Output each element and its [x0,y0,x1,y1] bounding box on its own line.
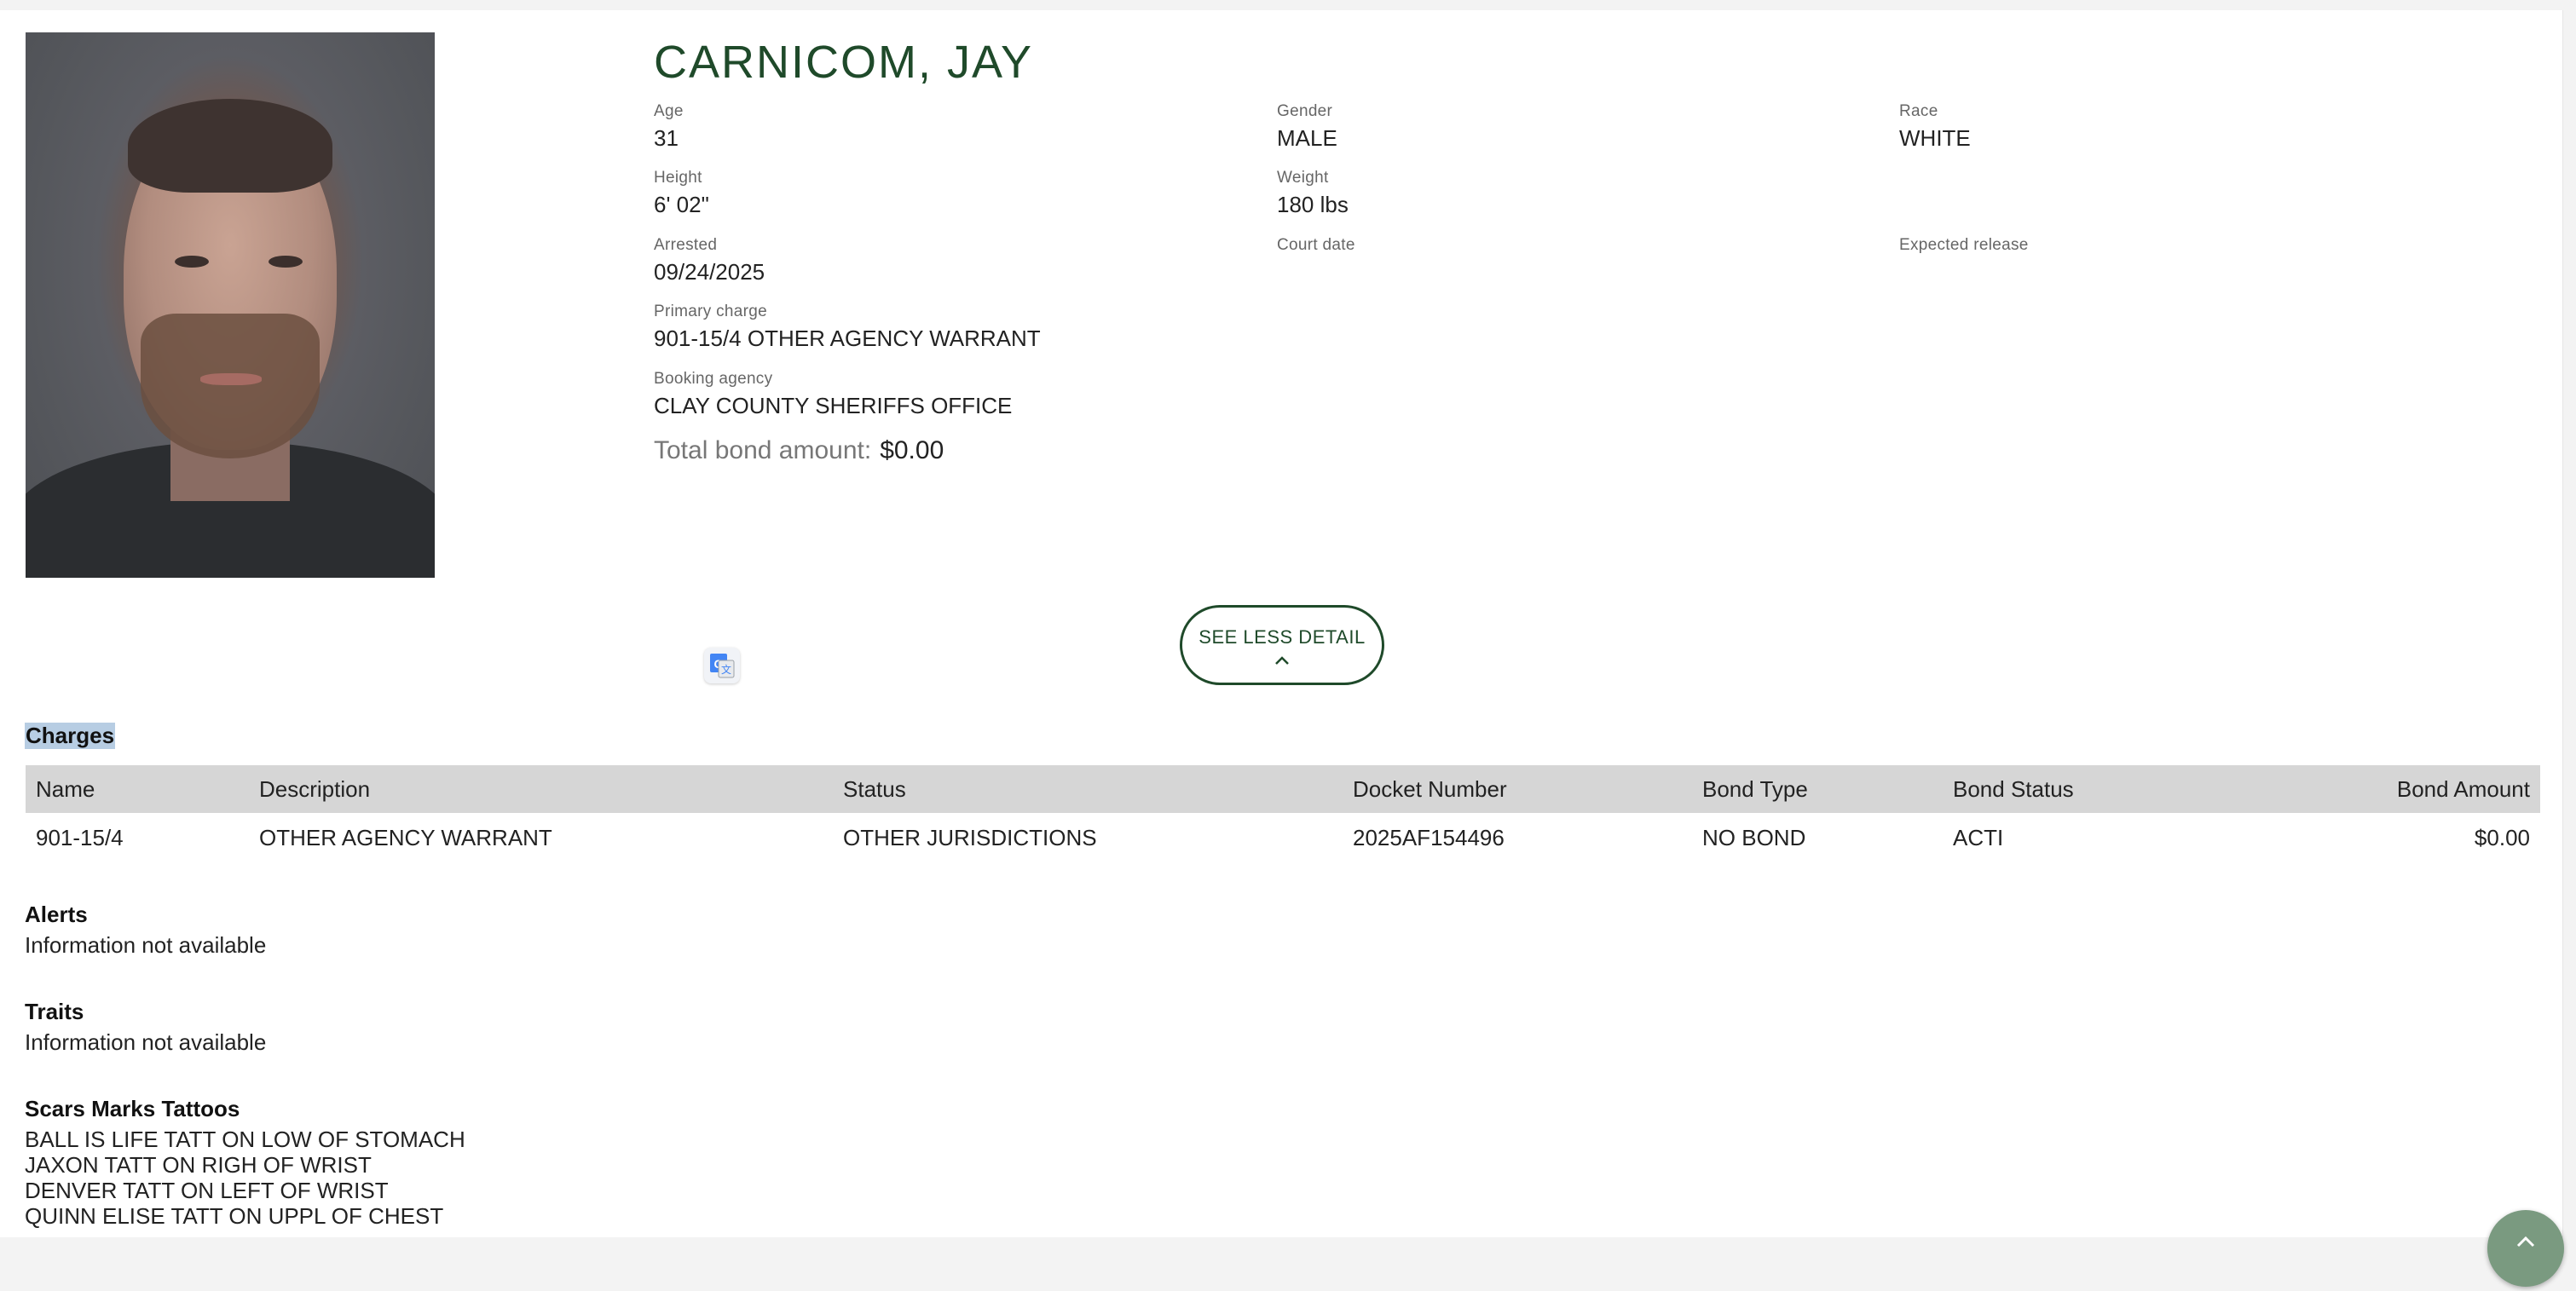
primary-charge-field: Primary charge 901-15/4 OTHER AGENCY WAR… [654,301,1041,354]
height-label: Height [654,169,702,187]
expected-release-field: Expected release [1899,234,2029,287]
expected-release-label: Expected release [1899,236,2029,254]
age-label: Age [654,102,684,120]
age-value: 31 [654,125,679,151]
table-row: 901-15/4 OTHER AGENCY WARRANT OTHER JURI… [26,813,2540,862]
col-description: Description [249,765,833,813]
booking-agency-label: Booking agency [654,370,773,388]
charge-bond-amount-cell: $0.00 [2474,824,2530,850]
google-translate-icon[interactable]: G 文 [704,648,740,683]
weight-value: 180 lbs [1277,192,1349,217]
height-field: Height 6' 02" [654,167,709,220]
col-bond-type: Bond Type [1692,765,1943,813]
traits-heading: Traits [25,999,84,1024]
court-date-value [1277,256,1355,287]
age-field: Age 31 [654,101,684,153]
gender-field: Gender MALE [1277,101,1337,153]
scroll-to-top-button[interactable] [2487,1210,2564,1287]
booking-agency-field: Booking agency CLAY COUNTY SHERIFFS OFFI… [654,368,1012,421]
traits-body: Information not available [25,1029,267,1055]
see-less-detail-button[interactable]: SEE LESS DETAIL [1180,605,1384,685]
primary-charge-label: Primary charge [654,303,768,320]
list-item: JAXON TATT ON RIGH OF WRIST [25,1152,372,1178]
weight-label: Weight [1277,169,1329,187]
list-item: QUINN ELISE TATT ON UPPL OF CHEST [25,1203,444,1229]
chevron-up-icon [1275,656,1289,665]
expected-release-value [1899,256,2029,287]
list-item: BALL IS LIFE TATT ON LOW OF STOMACH [25,1127,465,1152]
court-date-field: Court date [1277,234,1355,287]
scars-marks-tattoos-heading: Scars Marks Tattoos [25,1096,240,1121]
arrested-label: Arrested [654,236,718,254]
col-docket-number: Docket Number [1343,765,1692,813]
charge-bond-type-cell: NO BOND [1702,824,1806,850]
col-bond-status: Bond Status [1943,765,2229,813]
inmate-detail-card: CARNICOM, JAY Age 31 Gender MALE Race WH… [0,10,2564,1287]
see-less-detail-label: SEE LESS DETAIL [1198,626,1366,648]
gender-label: Gender [1277,102,1333,120]
primary-charge-value: 901-15/4 OTHER AGENCY WARRANT [654,326,1041,351]
race-value: WHITE [1899,125,1971,151]
mugshot-photo [26,32,435,578]
arrested-value: 09/24/2025 [654,259,765,285]
svg-text:文: 文 [721,663,731,676]
booking-agency-value: CLAY COUNTY SHERIFFS OFFICE [654,393,1013,418]
list-item: DENVER TATT ON LEFT OF WRIST [25,1178,389,1203]
total-bond-amount: $0.00 [880,436,944,464]
race-field: Race WHITE [1899,101,1971,153]
total-bond: Total bond amount: $0.00 [654,436,944,465]
charge-status-cell: OTHER JURISDICTIONS [843,824,1097,850]
charges-heading: Charges [25,723,116,749]
height-value: 6' 02" [654,192,709,217]
charge-bond-status-cell: ACTI [1953,824,2004,850]
charges-table: Name Description Status Docket Number Bo… [26,765,2540,862]
race-label: Race [1899,102,1938,120]
alerts-heading: Alerts [25,902,88,927]
col-status: Status [833,765,1343,813]
scars-marks-tattoos-list: BALL IS LIFE TATT ON LOW OF STOMACH JAXO… [25,1127,465,1229]
gender-value: MALE [1277,125,1337,151]
court-date-label: Court date [1277,236,1355,254]
alerts-body: Information not available [25,932,267,958]
arrested-field: Arrested 09/24/2025 [654,234,765,287]
col-name: Name [26,765,249,813]
charge-description-cell: OTHER AGENCY WARRANT [259,824,552,850]
chevron-up-icon [2516,1236,2535,1248]
col-bond-amount: Bond Amount [2228,765,2540,813]
charge-docket-cell: 2025AF154496 [1353,824,1505,850]
total-bond-label: Total bond amount: [654,436,872,464]
weight-field: Weight 180 lbs [1277,167,1349,220]
inmate-name: CARNICOM, JAY [654,37,1034,88]
charges-header-row: Name Description Status Docket Number Bo… [26,765,2540,813]
charge-name-cell: 901-15/4 [36,824,124,850]
